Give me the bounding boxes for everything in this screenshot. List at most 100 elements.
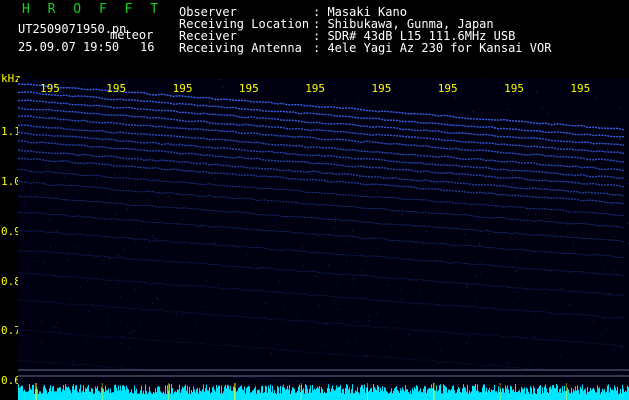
- noise-bar: [486, 387, 487, 400]
- noise-speck: [80, 287, 82, 289]
- noise-bar: [233, 386, 234, 400]
- noise-bar: [65, 384, 66, 400]
- noise-bar: [516, 392, 517, 400]
- noise-speck: [542, 107, 544, 109]
- noise-speck: [19, 346, 21, 348]
- noise-bar: [163, 391, 164, 400]
- noise-bar: [483, 384, 484, 400]
- noise-bar: [429, 387, 430, 400]
- noise-speck: [473, 121, 475, 123]
- noise-speck: [162, 172, 164, 174]
- noise-bar: [518, 391, 519, 400]
- noise-bar: [519, 389, 520, 400]
- noise-bar: [196, 389, 197, 400]
- noise-bar: [126, 385, 127, 400]
- noise-speck: [64, 199, 66, 201]
- noise-speck: [23, 237, 25, 239]
- noise-bar: [493, 389, 494, 400]
- waterfall-spectrogram: 1951951951951951951951951952000: [18, 78, 629, 400]
- noise-bar: [172, 388, 173, 400]
- noise-bar: [515, 384, 516, 400]
- noise-speck: [181, 314, 183, 316]
- noise-bar: [296, 392, 297, 400]
- noise-speck: [218, 284, 220, 285]
- noise-bar: [191, 390, 192, 400]
- noise-bar: [574, 391, 575, 400]
- noise-bar: [109, 392, 110, 400]
- noise-speck: [34, 281, 36, 283]
- noise-speck: [107, 324, 109, 326]
- noise-speck: [496, 328, 498, 330]
- noise-bar: [252, 390, 253, 400]
- noise-bar: [372, 392, 373, 400]
- noise-speck: [326, 181, 328, 183]
- noise-speck: [442, 138, 444, 140]
- noise-speck: [55, 270, 57, 272]
- noise-bar: [386, 391, 387, 400]
- noise-bar: [373, 384, 374, 400]
- noise-bar: [399, 393, 400, 400]
- noise-bar: [239, 387, 240, 400]
- noise-bar: [29, 384, 30, 400]
- noise-bar: [167, 385, 168, 400]
- noise-bar: [256, 393, 257, 400]
- noise-speck: [223, 107, 225, 108]
- noise-bar: [444, 385, 445, 400]
- noise-bar: [477, 384, 478, 400]
- noise-bar: [157, 386, 158, 400]
- noise-speck: [369, 321, 371, 323]
- noise-speck: [152, 302, 153, 304]
- app-title: H R O F F T: [22, 2, 164, 17]
- noise-speck: [60, 117, 61, 118]
- noise-speck: [26, 265, 28, 267]
- noise-speck: [433, 309, 435, 311]
- noise-bar: [384, 387, 385, 400]
- noise-speck: [67, 189, 69, 190]
- noise-bar: [93, 393, 94, 400]
- noise-speck: [469, 158, 470, 159]
- noise-bar: [593, 387, 594, 400]
- noise-bar: [319, 386, 320, 400]
- noise-speck: [122, 330, 124, 332]
- noise-speck: [332, 200, 334, 202]
- noise-speck: [477, 212, 479, 214]
- noise-bar: [491, 389, 492, 400]
- noise-speck: [28, 98, 30, 100]
- noise-speck: [35, 195, 36, 197]
- noise-speck: [352, 178, 354, 180]
- noise-bar: [585, 388, 586, 400]
- noise-bar: [96, 388, 97, 400]
- noise-bar: [78, 392, 79, 400]
- noise-bar: [304, 393, 305, 400]
- noise-bar: [160, 391, 161, 400]
- noise-bar: [414, 386, 415, 400]
- noise-bar: [95, 386, 96, 400]
- noise-speck: [353, 282, 355, 284]
- noise-bar: [244, 386, 245, 400]
- noise-speck: [508, 286, 510, 288]
- noise-speck: [254, 264, 256, 266]
- noise-speck: [76, 269, 78, 270]
- noise-bar: [418, 391, 419, 400]
- noise-bar: [285, 390, 286, 400]
- noise-speck: [374, 137, 376, 139]
- noise-bar: [39, 391, 40, 400]
- noise-bar: [187, 385, 188, 400]
- noise-speck: [472, 111, 474, 112]
- noise-bar: [257, 389, 258, 400]
- noise-speck: [105, 132, 107, 134]
- noise-bar: [501, 391, 502, 400]
- noise-bar: [537, 388, 538, 400]
- noise-speck: [56, 322, 58, 324]
- noise-speck: [534, 212, 536, 214]
- noise-bar: [311, 392, 312, 400]
- noise-bar: [543, 392, 544, 400]
- noise-speck: [454, 96, 456, 98]
- noise-bar: [152, 394, 153, 400]
- noise-speck: [153, 264, 155, 266]
- noise-bar: [204, 391, 205, 400]
- noise-speck: [285, 217, 287, 219]
- noise-bar: [275, 393, 276, 400]
- noise-bar: [392, 393, 393, 400]
- noise-speck: [466, 342, 468, 344]
